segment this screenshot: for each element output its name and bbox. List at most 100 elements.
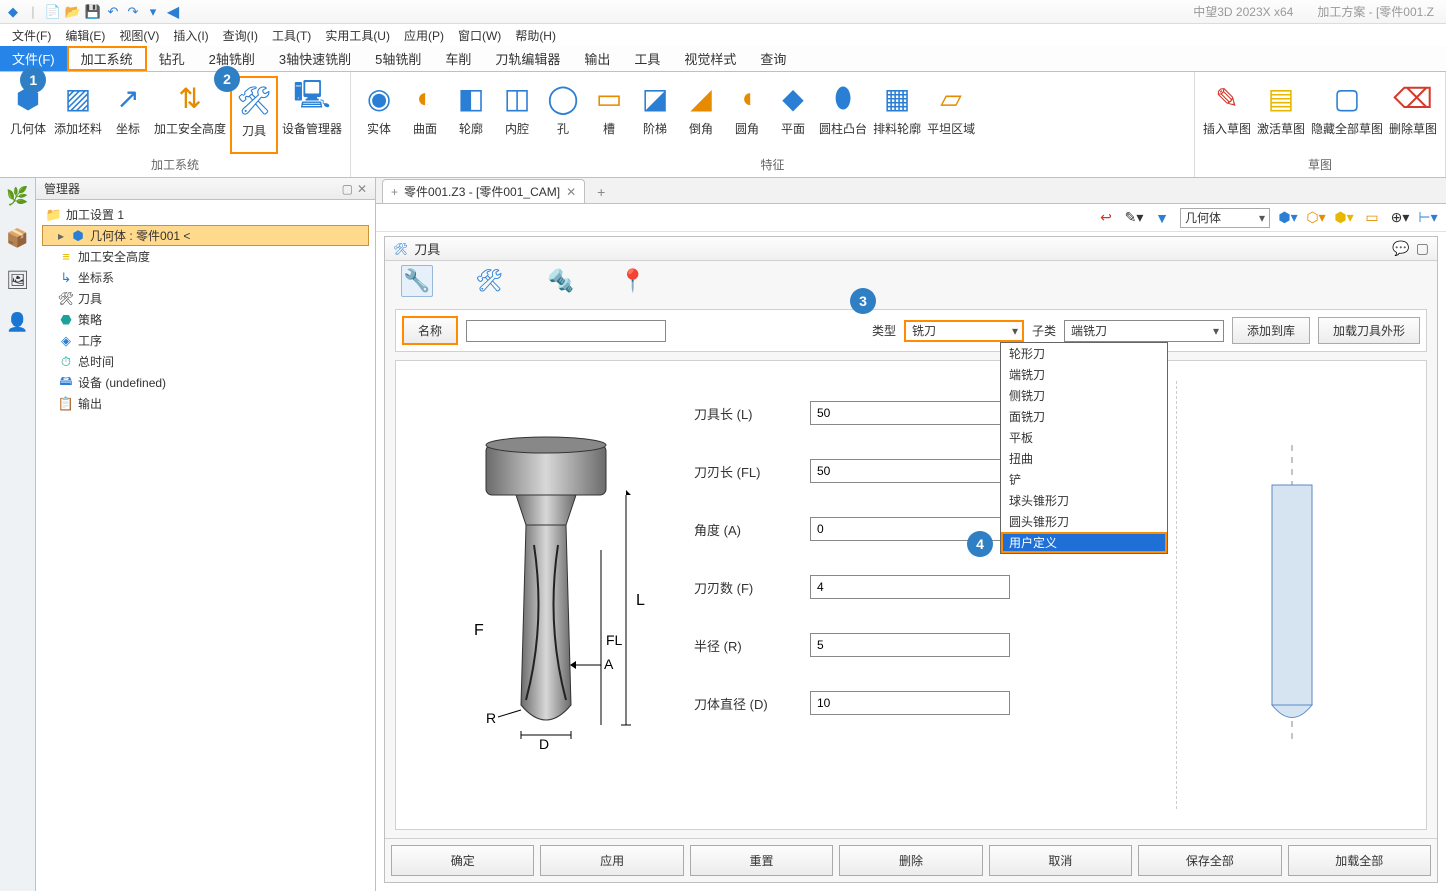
close-icon[interactable]: ✕ — [566, 185, 576, 199]
field-input-d[interactable] — [810, 691, 1010, 715]
menu-app[interactable]: 应用(P) — [404, 27, 444, 44]
name-input[interactable] — [466, 320, 666, 342]
ribbon-tab-tools[interactable]: 工具 — [622, 46, 672, 71]
load-all-button[interactable]: 加载全部 — [1288, 845, 1431, 876]
ribbon-tab-trackedit[interactable]: 刀轨编辑器 — [483, 46, 572, 71]
menu-help[interactable]: 帮助(H) — [515, 27, 556, 44]
menu-utilities[interactable]: 实用工具(U) — [325, 27, 390, 44]
ribbon-fillet[interactable]: ◖圆角 — [725, 76, 769, 154]
field-input-f[interactable] — [810, 575, 1010, 599]
sidebar-box-icon[interactable]: 📦 — [6, 226, 30, 250]
tree-item-safeheight[interactable]: ≡加工安全高度 — [42, 246, 369, 267]
ribbon-surface[interactable]: ◐曲面 — [403, 76, 447, 154]
ribbon-tab-file[interactable]: 文件(F) 1 — [0, 46, 67, 71]
dropdown-item[interactable]: 圆头锥形刀 — [1001, 511, 1167, 532]
menu-insert[interactable]: 插入(I) — [173, 27, 208, 44]
document-tab[interactable]: + 零件001.Z3 - [零件001_CAM] ✕ — [382, 179, 585, 203]
dropdown-item[interactable]: 平板 — [1001, 427, 1167, 448]
save-all-button[interactable]: 保存全部 — [1138, 845, 1281, 876]
ribbon-stock[interactable]: ▨添加坯料 — [52, 76, 104, 154]
panel-close-icon[interactable]: ✕ — [357, 182, 367, 196]
ribbon-coord[interactable]: ↗坐标 — [106, 76, 150, 154]
mode-tab-2[interactable]: 🛠 — [473, 265, 505, 297]
menu-edit[interactable]: 编辑(E) — [65, 27, 105, 44]
vt-cube1-icon[interactable]: ⬢▾ — [1278, 208, 1298, 228]
mode-tab-3[interactable]: 🔩 — [545, 265, 577, 297]
dialog-collapse-icon[interactable]: ▢ — [1416, 240, 1429, 257]
dropdown-item[interactable]: 面铣刀 — [1001, 406, 1167, 427]
ribbon-tab-output[interactable]: 输出 — [572, 46, 622, 71]
vt-rect-icon[interactable]: ▭ — [1362, 208, 1382, 228]
ribbon-delete-sketch[interactable]: ⌫删除草图 — [1387, 76, 1439, 154]
vt-cube2-icon[interactable]: ⬡▾ — [1306, 208, 1326, 228]
field-input-l[interactable] — [810, 401, 1010, 425]
sidebar-user-icon[interactable]: 👤 — [6, 310, 30, 334]
dropdown-item[interactable]: 铲 — [1001, 469, 1167, 490]
ribbon-slot[interactable]: ▭槽 — [587, 76, 631, 154]
vt-brush-icon[interactable]: ✎▾ — [1124, 208, 1144, 228]
load-contour-button[interactable]: 加载刀具外形 — [1318, 317, 1420, 344]
ribbon-tab-turn[interactable]: 车削 — [433, 46, 483, 71]
sidebar-image-icon[interactable]: 🖼 — [6, 268, 30, 292]
ribbon-tab-visual[interactable]: 视觉样式 — [672, 46, 748, 71]
dropdown-item[interactable]: 侧铣刀 — [1001, 385, 1167, 406]
ribbon-device-mgr[interactable]: 🖳设备管理器 — [280, 76, 344, 154]
reset-button[interactable]: 重置 — [690, 845, 833, 876]
document-tab-add[interactable]: + — [589, 181, 613, 203]
tree-item-time[interactable]: ⏱总时间 — [42, 351, 369, 372]
type-select[interactable]: 铣刀 — [904, 320, 1024, 342]
ribbon-profile[interactable]: ◧轮廓 — [449, 76, 493, 154]
dropdown-item[interactable]: 端铣刀 — [1001, 364, 1167, 385]
ribbon-tab-5axis[interactable]: 5轴铣削 — [363, 46, 433, 71]
ribbon-tab-cam-system[interactable]: 加工系统 — [67, 46, 147, 71]
ribbon-tab-3axis[interactable]: 3轴快速铣削 — [267, 46, 363, 71]
subtype-select[interactable]: 端铣刀 — [1064, 320, 1224, 342]
name-button[interactable]: 名称 — [402, 316, 458, 345]
new-icon[interactable]: 📄 — [44, 3, 62, 21]
menu-view[interactable]: 视图(V) — [119, 27, 159, 44]
cancel-button[interactable]: 取消 — [989, 845, 1132, 876]
ribbon-plane[interactable]: ◆平面 — [771, 76, 815, 154]
ribbon-hide-sketch[interactable]: ▢隐藏全部草图 — [1309, 76, 1385, 154]
open-icon[interactable]: 📂 — [64, 3, 82, 21]
ribbon-tool[interactable]: 2 🛠刀具 — [230, 76, 278, 154]
field-input-fl[interactable] — [810, 459, 1010, 483]
ribbon-nest[interactable]: ▦排料轮廓 — [871, 76, 923, 154]
vt-target-icon[interactable]: ⊕▾ — [1390, 208, 1410, 228]
ribbon-tab-drill[interactable]: 钻孔 — [147, 46, 197, 71]
back-icon[interactable]: ◀ — [164, 3, 182, 21]
ribbon-pocket[interactable]: ◫内腔 — [495, 76, 539, 154]
vt-back-icon[interactable]: ↩ — [1096, 208, 1116, 228]
dropdown-item[interactable]: 扭曲 — [1001, 448, 1167, 469]
ok-button[interactable]: 确定 — [391, 845, 534, 876]
tree-root[interactable]: 📁加工设置 1 — [42, 204, 369, 225]
sidebar-tree-icon[interactable]: 🌿 — [6, 184, 30, 208]
menu-query[interactable]: 查询(I) — [223, 27, 258, 44]
vt-select-geometry[interactable]: 几何体 — [1180, 208, 1270, 228]
mode-tab-1[interactable]: 🔧 — [401, 265, 433, 297]
delete-button[interactable]: 删除 — [839, 845, 982, 876]
undo-icon[interactable]: ↶ — [104, 3, 122, 21]
ribbon-insert-sketch[interactable]: ✎插入草图 — [1201, 76, 1253, 154]
dropdown-item[interactable]: 轮形刀 — [1001, 343, 1167, 364]
mode-tab-4[interactable]: 📍 — [617, 265, 649, 297]
redo-icon[interactable]: ↷ — [124, 3, 142, 21]
vt-cube3-icon[interactable]: ⬢▾ — [1334, 208, 1354, 228]
dropdown-item-selected[interactable]: 用户定义 — [1001, 532, 1167, 553]
vt-measure-icon[interactable]: ⊢▾ — [1418, 208, 1438, 228]
tree-item-op[interactable]: ◈工序 — [42, 330, 369, 351]
field-input-r[interactable] — [810, 633, 1010, 657]
ribbon-chamfer[interactable]: ◢倒角 — [679, 76, 723, 154]
ribbon-hole[interactable]: ◯孔 — [541, 76, 585, 154]
save-icon[interactable]: 💾 — [84, 3, 102, 21]
apply-button[interactable]: 应用 — [540, 845, 683, 876]
dropdown-item[interactable]: 球头锥形刀 — [1001, 490, 1167, 511]
menu-file[interactable]: 文件(F) — [12, 27, 51, 44]
tree-item-strategy[interactable]: ⬣策略 — [42, 309, 369, 330]
ribbon-step[interactable]: ◪阶梯 — [633, 76, 677, 154]
ribbon-tab-query2[interactable]: 查询 — [748, 46, 798, 71]
ribbon-boss[interactable]: ⬮圆柱凸台 — [817, 76, 869, 154]
ribbon-solid[interactable]: ◉实体 — [357, 76, 401, 154]
add-to-lib-button[interactable]: 添加到库 — [1232, 317, 1310, 344]
ribbon-activate-sketch[interactable]: ▤激活草图 — [1255, 76, 1307, 154]
